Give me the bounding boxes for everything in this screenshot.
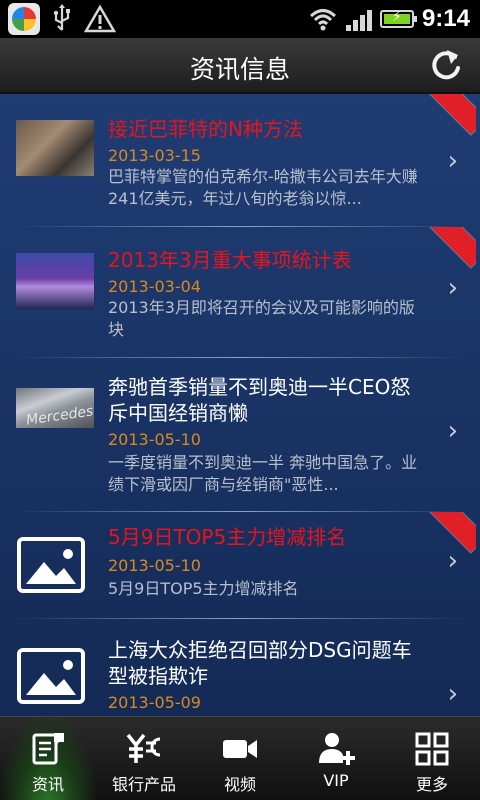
video-camera-icon xyxy=(223,740,257,758)
tab-label: VIP xyxy=(323,771,349,790)
chevron-right-icon: › xyxy=(447,546,458,576)
news-date: 2013-05-09 xyxy=(108,693,201,712)
tab-bank-products[interactable]: 银行产品 xyxy=(96,717,192,800)
tab-label: 视频 xyxy=(223,775,256,794)
news-thumbnail xyxy=(16,120,94,176)
news-summary: 2013年3月即将召开的会议及可能影响的版块 xyxy=(108,298,415,339)
highlight-ribbon xyxy=(426,94,476,144)
battery-icon: ⚡ xyxy=(379,9,417,28)
news-list[interactable]: 接近巴菲特的N种方法 2013-03-15 巴菲特掌管的伯克希尔-哈撒韦公司去年… xyxy=(0,94,480,716)
highlight-ribbon xyxy=(426,227,476,277)
tab-news[interactable]: 资讯 xyxy=(0,717,96,800)
wifi-icon xyxy=(309,9,336,31)
tab-label: 更多 xyxy=(415,775,448,794)
news-date: 2013-05-10 xyxy=(108,430,201,449)
news-item[interactable]: 上海大众拒绝召回部分DSG问题车型被指欺诈 2013-05-09 › xyxy=(0,619,480,716)
more-grid-icon xyxy=(415,732,449,766)
status-bar: ⚡ 9:14 xyxy=(0,0,480,38)
app-icon xyxy=(8,3,40,35)
tab-video[interactable]: 视频 xyxy=(192,717,288,800)
news-summary: 巴菲特掌管的伯克希尔-哈撒韦公司去年大赚241亿美元，年过八旬的老翁以惊... xyxy=(108,167,418,208)
news-date: 2013-03-04 xyxy=(108,277,201,296)
image-placeholder-icon xyxy=(17,648,85,704)
add-user-icon xyxy=(319,733,355,765)
tab-label: 银行产品 xyxy=(111,775,176,794)
tab-more[interactable]: 更多 xyxy=(384,717,480,800)
usb-icon xyxy=(53,4,70,31)
thumbnail-caption: Mercedes xyxy=(25,403,94,428)
news-icon xyxy=(32,733,64,765)
title-bar: 资讯信息 xyxy=(0,38,480,94)
chevron-right-icon: › xyxy=(447,146,458,176)
news-item[interactable]: 2013年3月重大事项统计表 2013-03-04 2013年3月即将召开的会议… xyxy=(0,227,480,357)
bank-product-icon xyxy=(126,733,161,763)
news-title: 5月9日TOP5主力增减排名 xyxy=(108,525,347,549)
news-summary: 一季度销量不到奥迪一半 奔驰中国急了。业绩下滑或因厂商与经销商"恶性... xyxy=(108,453,418,494)
tab-vip[interactable]: VIP xyxy=(288,717,384,800)
news-date: 2013-05-10 xyxy=(108,556,201,575)
news-item[interactable]: 5月9日TOP5主力增减排名 2013-05-10 5月9日TOP5主力增减排名… xyxy=(0,512,480,618)
news-summary: 5月9日TOP5主力增减排名 xyxy=(108,579,299,598)
tab-label: 资讯 xyxy=(31,775,64,794)
image-placeholder-icon xyxy=(17,537,85,593)
news-thumbnail: Mercedes xyxy=(16,388,94,428)
bottom-tab-bar: 资讯 银行产品 视频 VIP 更多 xyxy=(0,716,480,800)
clock: 9:14 xyxy=(421,5,470,32)
refresh-icon[interactable] xyxy=(426,46,466,86)
news-title: 接近巴菲特的N种方法 xyxy=(108,117,303,141)
news-title: 2013年3月重大事项统计表 xyxy=(108,248,352,272)
news-item[interactable]: 接近巴菲特的N种方法 2013-03-15 巴菲特掌管的伯克希尔-哈撒韦公司去年… xyxy=(0,94,480,226)
news-item[interactable]: Mercedes 奔驰首季销量不到奥迪一半CEO怒斥中国经销商懒 2013-05… xyxy=(0,358,480,511)
chevron-right-icon: › xyxy=(447,273,458,303)
page-title: 资讯信息 xyxy=(189,55,290,84)
signal-icon xyxy=(345,7,372,31)
chevron-right-icon: › xyxy=(447,679,458,709)
warning-icon xyxy=(84,4,116,33)
news-thumbnail xyxy=(16,253,94,309)
chevron-right-icon: › xyxy=(447,416,458,446)
news-title: 上海大众拒绝召回部分DSG问题车型被指欺诈 xyxy=(108,638,412,688)
news-date: 2013-03-15 xyxy=(108,146,201,165)
news-title: 奔驰首季销量不到奥迪一半CEO怒斥中国经销商懒 xyxy=(108,375,411,425)
notification-icons xyxy=(8,3,116,35)
